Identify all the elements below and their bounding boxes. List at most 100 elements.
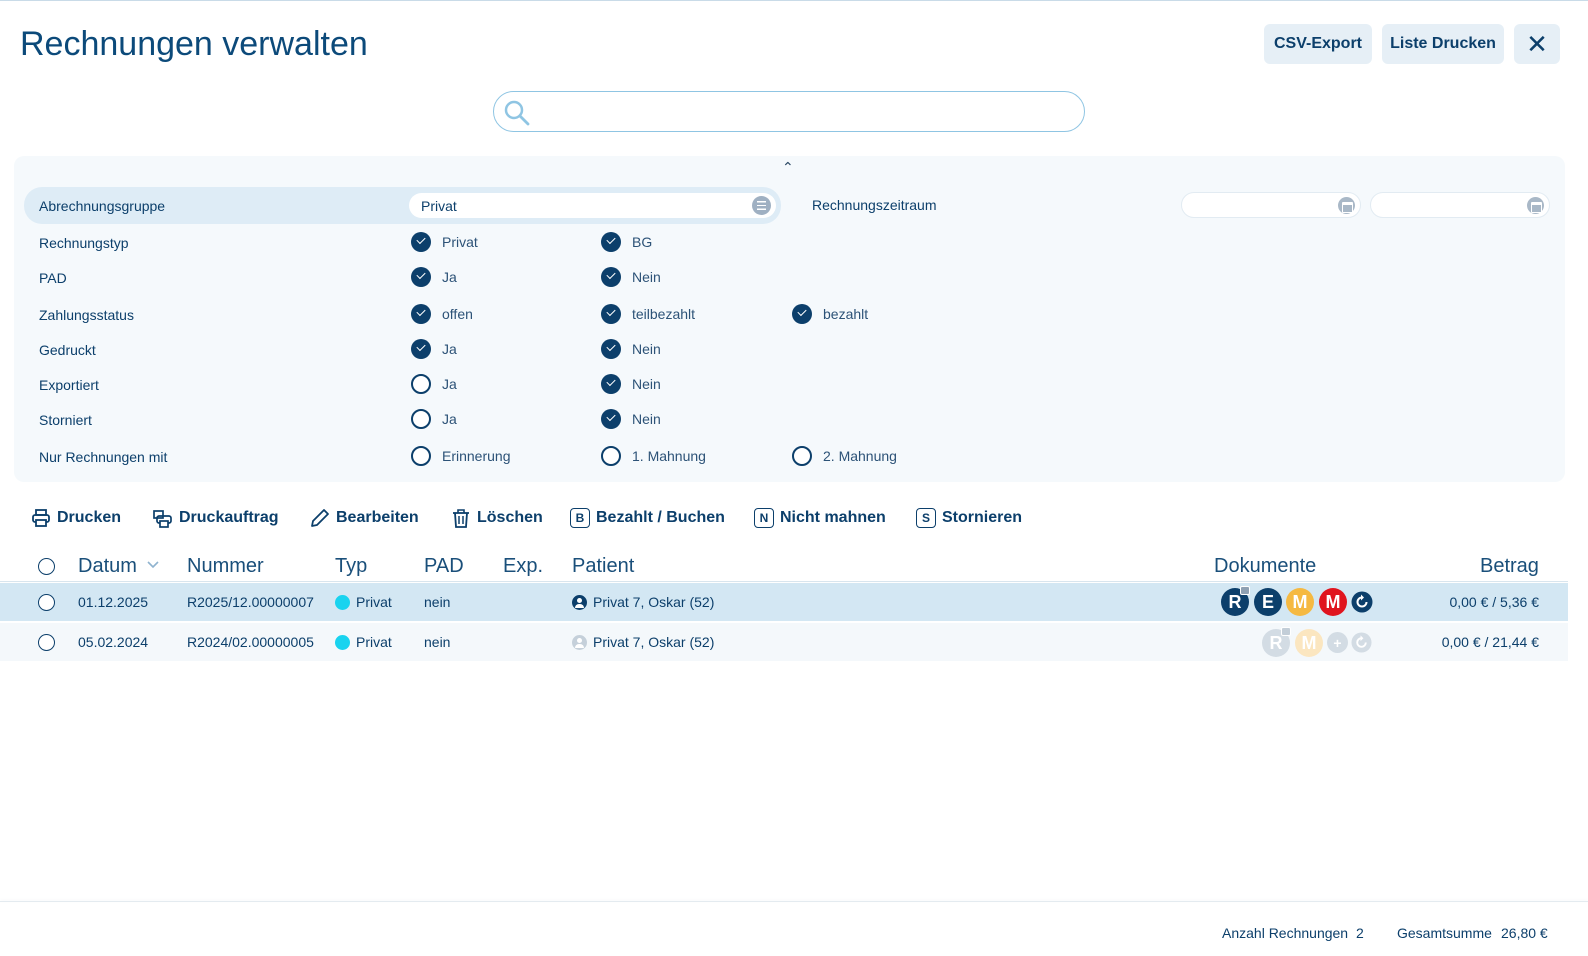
filter-option-label: Ja (442, 269, 457, 285)
cell-datum: 05.02.2024 (78, 634, 149, 650)
abrechnungsgruppe-select[interactable]: Privat (409, 193, 776, 218)
pencil-icon (311, 508, 329, 527)
search-input[interactable] (493, 91, 1085, 132)
checked-circle-icon[interactable] (411, 339, 431, 359)
cell-patient[interactable]: Privat 7, Oskar (52) (572, 634, 714, 650)
abrechnungsgruppe-value: Privat (421, 198, 457, 214)
filter-option[interactable]: Ja (411, 339, 457, 359)
table-row[interactable]: 01.12.2025 R2025/12.00000007 Privat nein… (0, 583, 1568, 621)
filter-option[interactable]: Nein (601, 267, 661, 287)
filter-option[interactable]: Erinnerung (411, 446, 511, 466)
row-radio[interactable] (38, 594, 55, 611)
print-job-button[interactable]: Druckauftrag (152, 506, 279, 530)
column-patient[interactable]: Patient (572, 555, 634, 578)
cell-betrag: 0,00 € / 21,44 € (1441, 634, 1539, 650)
unchecked-circle-icon[interactable] (411, 409, 431, 429)
filter-label: Storniert (39, 412, 92, 428)
csv-export-button[interactable]: CSV-Export (1264, 24, 1372, 64)
filter-option[interactable]: Nein (601, 374, 661, 394)
filter-label: Zahlungsstatus (39, 307, 134, 323)
doc-e-icon[interactable]: E (1254, 588, 1282, 616)
trash-icon (453, 508, 469, 528)
column-pad[interactable]: PAD (424, 555, 464, 578)
print-job-icon (153, 509, 172, 528)
column-betrag[interactable]: Betrag (1480, 555, 1539, 578)
filter-option-label: BG (632, 234, 653, 250)
filter-option[interactable]: BG (601, 232, 652, 252)
cell-patient[interactable]: Privat 7, Oskar (52) (572, 594, 714, 610)
close-button[interactable]: ✕ (1514, 24, 1560, 64)
column-dokumente: Dokumente (1214, 555, 1317, 577)
column-nummer[interactable]: Nummer (187, 555, 264, 578)
letter-s-icon: S (916, 508, 936, 528)
edit-button-label: Bearbeiten (336, 509, 419, 526)
filter-option-label: offen (442, 306, 473, 322)
print-list-button[interactable]: Liste Drucken (1382, 24, 1504, 64)
table-header-divider (0, 581, 1568, 582)
column-exp[interactable]: Exp. (503, 555, 543, 578)
print-button[interactable]: Drucken (31, 506, 121, 530)
unchecked-circle-icon[interactable] (411, 374, 431, 394)
filter-label: Gedruckt (39, 342, 96, 358)
filter-option[interactable]: bezahlt (792, 304, 868, 324)
checked-circle-icon[interactable] (601, 374, 621, 394)
checked-circle-icon[interactable] (601, 232, 621, 252)
cancel-invoice-button[interactable]: S Stornieren (916, 506, 1022, 530)
total-sum-label: Gesamtsumme (1397, 925, 1492, 941)
no-dunning-button[interactable]: N Nicht mahnen (754, 506, 886, 530)
unchecked-circle-icon[interactable] (601, 446, 621, 466)
filter-label: PAD (39, 270, 67, 286)
date-to-field[interactable] (1370, 192, 1550, 218)
filter-option-label: 2. Mahnung (823, 448, 897, 464)
column-datum[interactable]: Datum (78, 555, 160, 578)
checked-circle-icon[interactable] (792, 304, 812, 324)
checked-circle-icon[interactable] (601, 304, 621, 324)
edit-button[interactable]: Bearbeiten (309, 506, 419, 530)
filter-option[interactable]: Ja (411, 409, 457, 429)
doc-mahnung-red-icon[interactable]: M (1319, 588, 1347, 616)
chevron-down-icon[interactable] (146, 560, 160, 570)
unchecked-circle-icon[interactable] (792, 446, 812, 466)
calendar-icon[interactable] (1338, 197, 1355, 214)
cell-betrag: 0,00 € / 5,36 € (1449, 594, 1539, 610)
filter-option[interactable]: 1. Mahnung (601, 446, 706, 466)
doc-mahnung-icon[interactable]: M (1295, 629, 1323, 657)
checked-circle-icon[interactable] (411, 304, 431, 324)
unchecked-circle-icon[interactable] (411, 446, 431, 466)
filter-option[interactable]: offen (411, 304, 473, 324)
refresh-icon[interactable] (1351, 632, 1372, 653)
filter-option[interactable]: Ja (411, 374, 457, 394)
column-typ[interactable]: Typ (335, 555, 367, 578)
refresh-icon[interactable] (1351, 591, 1373, 613)
no-dunning-label: Nicht mahnen (780, 509, 886, 526)
menu-icon[interactable] (752, 196, 771, 215)
checked-circle-icon[interactable] (601, 339, 621, 359)
filter-option[interactable]: teilbezahlt (601, 304, 695, 324)
abrechnungsgruppe-label: Abrechnungsgruppe (39, 198, 166, 214)
filter-option[interactable]: 2. Mahnung (792, 446, 897, 466)
filter-option[interactable]: Privat (411, 232, 478, 252)
filter-option[interactable]: Nein (601, 339, 661, 359)
letter-b-icon: B (570, 508, 590, 528)
cell-datum: 01.12.2025 (78, 594, 149, 610)
add-doc-icon[interactable]: + (1327, 632, 1348, 653)
row-radio[interactable] (38, 634, 55, 651)
filter-option-label: Nein (632, 411, 661, 427)
checked-circle-icon[interactable] (411, 232, 431, 252)
calendar-icon[interactable] (1527, 197, 1544, 214)
paid-book-button[interactable]: B Bezahlt / Buchen (570, 506, 725, 530)
type-dot-icon (335, 635, 350, 650)
filter-option[interactable]: Ja (411, 267, 457, 287)
doc-mahnung-orange-icon[interactable]: M (1286, 588, 1314, 616)
checked-circle-icon[interactable] (411, 267, 431, 287)
filter-option[interactable]: Nein (601, 409, 661, 429)
table-row[interactable]: 05.02.2024 R2024/02.00000005 Privat nein… (0, 623, 1568, 661)
filter-label: Nur Rechnungen mit (39, 449, 168, 465)
checked-circle-icon[interactable] (601, 267, 621, 287)
delete-button-label: Löschen (477, 509, 543, 526)
select-all-radio[interactable] (38, 558, 55, 575)
checked-circle-icon[interactable] (601, 409, 621, 429)
date-from-field[interactable] (1181, 192, 1361, 218)
chevron-up-icon[interactable]: ⌃ (782, 159, 794, 176)
delete-button[interactable]: Löschen (451, 506, 543, 530)
